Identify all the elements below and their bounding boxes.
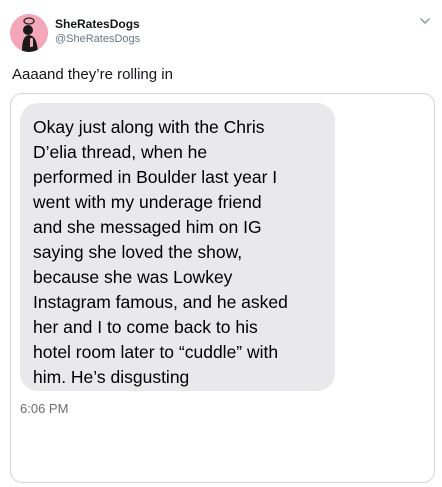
tweet-text: Aaaand they’re rolling in	[12, 66, 173, 83]
tweet-media-screenshot[interactable]: Okay just along with the Chris D’elia th…	[10, 93, 435, 483]
message-line: because she was Lowkey	[33, 267, 233, 287]
message-line: him. He’s disgusting	[33, 367, 190, 387]
message-line: Okay just along with the Chris	[33, 117, 265, 137]
message-line: D’elia thread, when he	[33, 142, 208, 162]
message-line: performed in Boulder last year I	[33, 167, 278, 187]
message-line: and she messaged him on IG	[33, 217, 262, 237]
account-name[interactable]: SheRatesDogs	[55, 17, 140, 31]
message-bubble: Okay just along with the Chris D’elia th…	[20, 103, 335, 391]
profile-avatar-icon[interactable]	[10, 14, 48, 52]
message-line: went with my underage friend	[33, 192, 262, 212]
message-line: Instagram famous, and he asked	[33, 292, 288, 312]
message-line: her and I to come back to his	[33, 317, 258, 337]
message-timestamp: 6:06 PM	[20, 401, 69, 416]
tweet-card: SheRatesDogs @SheRatesDogs Aaaand they’r…	[0, 0, 442, 487]
message-line: hotel room later to “cuddle” with	[33, 342, 279, 362]
message-line: saying she loved the show,	[33, 242, 243, 262]
chevron-down-icon[interactable]	[418, 14, 432, 28]
account-handle[interactable]: @SheRatesDogs	[55, 33, 140, 45]
